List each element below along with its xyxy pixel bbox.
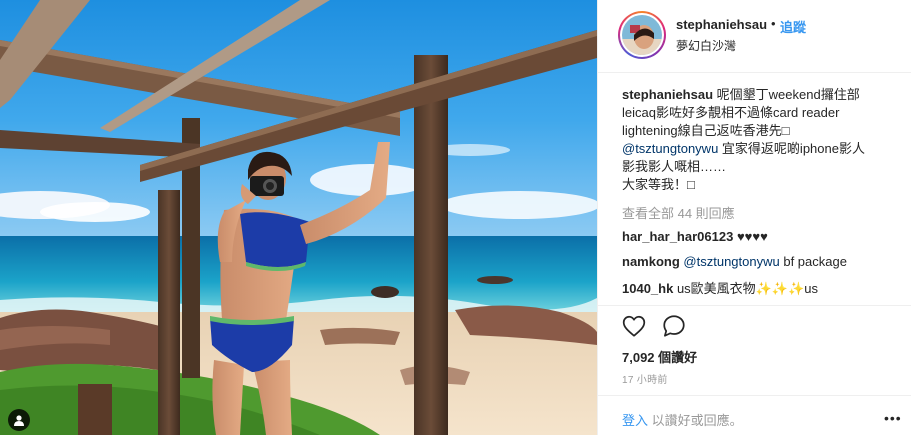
login-link[interactable]: 登入 — [622, 413, 648, 428]
caption-username[interactable]: stephaniehsau — [622, 87, 713, 102]
heart-outline-icon[interactable] — [621, 313, 647, 339]
separator-dot: • — [771, 16, 776, 31]
post-caption: stephaniehsau 呢個墾丁weekend攞住部 leicaq影咗好多靚… — [622, 86, 884, 194]
caption-emoji-placeholder: □ — [781, 123, 790, 138]
more-options-icon[interactable]: ••• — [884, 410, 902, 426]
caption-text-line: 影我影人嘅相…… — [622, 159, 727, 174]
caption-text-line: 呢個墾丁weekend攞住部 — [716, 87, 860, 102]
divider — [598, 305, 911, 306]
caption-text-line: 大家等我！ — [622, 177, 688, 192]
comment-text: ♥♥♥♥ — [736, 229, 768, 244]
login-prompt-text: 以讚好或回應。 — [648, 413, 743, 428]
post-header: stephaniehsau • 追蹤 夢幻白沙灣 — [598, 0, 911, 73]
comment-username[interactable]: 1040_hk — [622, 281, 673, 296]
speech-bubble-icon[interactable] — [661, 313, 687, 339]
comment-item: namkong @tsztungtonywu bf package — [622, 254, 847, 269]
beach-scene-image — [0, 0, 597, 435]
divider — [598, 395, 911, 396]
caption-text-line: leicaq影咗好多靚相不過條card reader — [622, 105, 840, 120]
comment-text: us歐美風衣物✨✨✨us — [676, 281, 818, 296]
caption-mention-link[interactable]: @tsztungtonywu — [622, 141, 718, 156]
post-details-panel: stephaniehsau • 追蹤 夢幻白沙灣 stephaniehsau 呢… — [597, 0, 911, 435]
post-timestamp[interactable]: 17 小時前 — [622, 371, 668, 386]
post-photo[interactable] — [0, 0, 597, 435]
user-tag-icon[interactable] — [8, 409, 30, 431]
comment-mention-link[interactable]: @tsztungtonywu — [683, 254, 779, 269]
follow-button[interactable]: 追蹤 — [780, 17, 806, 36]
comment-item: 1040_hk us歐美風衣物✨✨✨us — [622, 278, 818, 297]
caption-text-line: lightening線自己返咗香港先 — [622, 123, 782, 138]
post-author-username[interactable]: stephaniehsau — [676, 17, 767, 32]
comment-item: har_har_har06123 ♥♥♥♥ — [622, 229, 768, 244]
caption-text-line: 宜家得返呢啲iphone影人 — [718, 141, 865, 156]
comment-username[interactable]: har_har_har06123 — [622, 229, 733, 244]
comment-text: bf package — [779, 254, 847, 269]
login-prompt: 登入 以讚好或回應。 — [622, 410, 743, 429]
comment-username[interactable]: namkong — [622, 254, 680, 269]
view-all-comments-link[interactable]: 查看全部 44 則回應 — [622, 203, 735, 222]
post-location[interactable]: 夢幻白沙灣 — [676, 37, 736, 54]
avatar[interactable] — [618, 11, 666, 59]
likes-count[interactable]: 7,092 個讚好 — [622, 347, 697, 366]
caption-emoji-placeholder: □ — [687, 177, 695, 192]
avatar-image — [622, 15, 662, 55]
